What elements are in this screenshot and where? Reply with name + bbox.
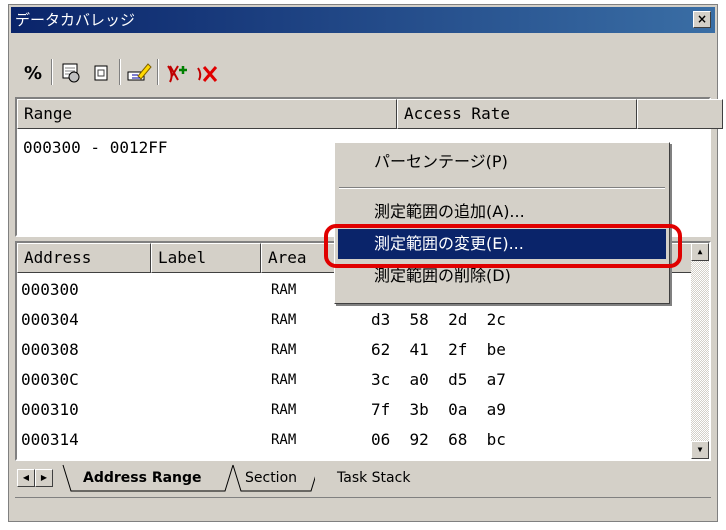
address-cell: 000314	[21, 430, 79, 449]
address-cell: 000304	[21, 310, 79, 329]
range-settings-button[interactable]	[57, 59, 85, 87]
percent-icon: %	[23, 62, 43, 84]
area-cell: RAM	[271, 372, 297, 388]
area-cell: RAM	[271, 312, 297, 328]
data-cell: d3 58 2d 2c	[371, 310, 506, 329]
tab-address-range[interactable]: Address Range	[75, 467, 210, 491]
column-header-address[interactable]: Address	[17, 243, 151, 273]
column-header-range[interactable]: Range	[17, 99, 397, 129]
range-settings-icon	[62, 63, 80, 83]
highlighter-button[interactable]	[125, 59, 153, 87]
highlighter-icon	[127, 63, 152, 81]
document-button[interactable]	[87, 59, 115, 87]
data-cell: 06 92 68 bc	[371, 430, 506, 449]
status-bar	[15, 497, 711, 517]
column-header-label[interactable]: Label	[151, 243, 261, 273]
column-header-access-rate[interactable]: Access Rate	[397, 99, 637, 129]
address-cell: 00030C	[21, 370, 79, 389]
title-bar: データカバレッジ ×	[11, 7, 715, 33]
range-row[interactable]: 000300 - 0012FF	[23, 133, 168, 163]
tab-section[interactable]: Section	[237, 467, 305, 491]
area-cell: RAM	[271, 402, 297, 418]
toolbar-separator	[119, 59, 121, 85]
vertical-scrollbar[interactable]: ▲ ▼	[691, 243, 709, 459]
percent-button[interactable]: %	[19, 59, 47, 87]
toolbar-separator	[157, 59, 159, 85]
add-range-icon	[167, 65, 187, 83]
menu-separator	[339, 187, 665, 189]
menu-item-percentage[interactable]: パーセンテージ(P)	[338, 147, 666, 177]
data-cell: 7f 3b 0a a9	[371, 400, 506, 419]
context-menu: パーセンテージ(P) 測定範囲の追加(A)... 測定範囲の変更(E)... 測…	[334, 142, 670, 304]
toolbar-separator	[51, 59, 53, 85]
menu-item-add-range[interactable]: 測定範囲の追加(A)...	[338, 197, 666, 227]
area-cell: RAM	[271, 432, 297, 448]
highlight-outline	[324, 224, 682, 268]
area-cell: RAM	[271, 342, 297, 358]
delete-range-icon	[197, 66, 218, 82]
column-header-empty	[637, 99, 723, 129]
close-button[interactable]: ×	[693, 11, 711, 28]
address-cell: 000300	[21, 280, 79, 299]
data-cell: 3c a0 d5 a7	[371, 370, 506, 389]
area-cell: RAM	[271, 282, 297, 298]
address-cell: 000308	[21, 340, 79, 359]
address-cell: 000310	[21, 400, 79, 419]
window-title: データカバレッジ	[15, 11, 136, 29]
scroll-down-button[interactable]: ▼	[691, 441, 709, 459]
tab-task-stack[interactable]: Task Stack	[329, 467, 418, 491]
data-cell: 62 41 2f be	[371, 340, 506, 359]
add-range-button[interactable]	[163, 59, 191, 87]
document-icon	[94, 65, 108, 81]
tab-bar: ◀ ▶ Address Range Section Task Stack	[15, 463, 711, 493]
scroll-up-button[interactable]: ▲	[691, 243, 709, 261]
delete-range-button[interactable]	[193, 59, 221, 87]
toolbar: %	[11, 37, 715, 95]
